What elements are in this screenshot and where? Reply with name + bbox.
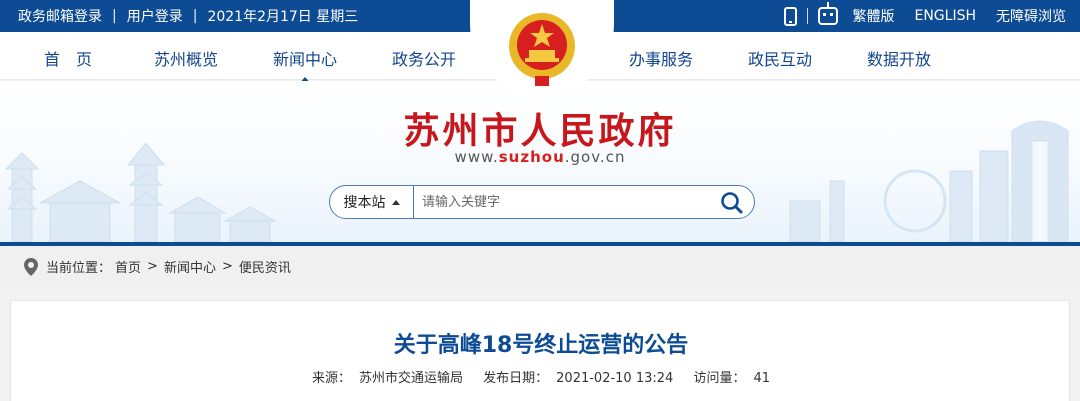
article-panel: 关于高峰18号终止运营的公告 来源： 苏州市交通运输局 发布日期： 2021-02-… [10,300,1070,401]
top-divider: | [112,8,117,24]
breadcrumb: 当前位置： 首页 > 新闻中心 > 便民资讯 [0,246,1080,286]
breadcrumb-separator: > [147,259,158,274]
nav-open-data[interactable]: 数据开放 [867,46,931,70]
breadcrumb-separator: > [221,259,233,274]
site-url: www.suzhou.gov.cn [454,148,626,166]
breadcrumb-public-info[interactable]: 便民资讯 [239,257,291,276]
caret-up-icon [391,199,400,205]
english-link[interactable]: ENGLISH [914,8,976,24]
search-scope-select[interactable]: 搜本站 [330,186,414,218]
mobile-phone-icon[interactable] [784,6,798,26]
nav-home[interactable]: 首 页 [44,46,92,70]
search-input[interactable] [422,191,702,213]
header-banner: 苏州市人民政府 www.suzhou.gov.cn 搜本站 [0,81,1080,242]
nav-government-affairs[interactable]: 政务公开 [392,46,456,70]
top-divider [807,8,809,24]
nav-interaction[interactable]: 政民互动 [748,46,812,70]
site-search: 搜本站 [329,185,755,219]
article-title: 关于高峰18号终止运营的公告 [393,333,689,358]
traditional-chinese-link[interactable]: 繁體版 [852,6,894,26]
user-login-link[interactable]: 用户登录 [127,6,183,26]
location-pin-icon [24,257,38,276]
article-date: 发布日期： 2021-02-10 13:24 [483,371,674,386]
article-source: 来源： 苏州市交通运输局 [311,371,463,386]
search-icon[interactable] [720,191,744,215]
nav-services[interactable]: 办事服务 [629,46,693,70]
robot-assistant-icon[interactable] [818,2,839,25]
breadcrumb-home[interactable]: 首页 [115,257,141,276]
article-views: 访问量： 41 [693,371,771,386]
article-meta: 来源： 苏州市交通运输局 发布日期： 2021-02-10 13:24 访问量： 41 [11,367,1071,386]
national-emblem-icon [509,13,575,86]
gov-mail-login-link[interactable]: 政务邮箱登录 [18,6,102,26]
breadcrumb-label: 当前位置： [46,261,112,276]
nav-suzhou-overview[interactable]: 苏州概览 [154,46,218,70]
site-title: 苏州市人民政府 [403,110,677,152]
breadcrumb-news-center[interactable]: 新闻中心 [164,257,216,276]
accessibility-link[interactable]: 无障碍浏览 [996,6,1066,26]
current-date: 2021年2月17日 星期三 [207,9,359,25]
nav-news-center[interactable]: 新闻中心 [273,46,337,85]
top-divider: | [192,8,198,24]
